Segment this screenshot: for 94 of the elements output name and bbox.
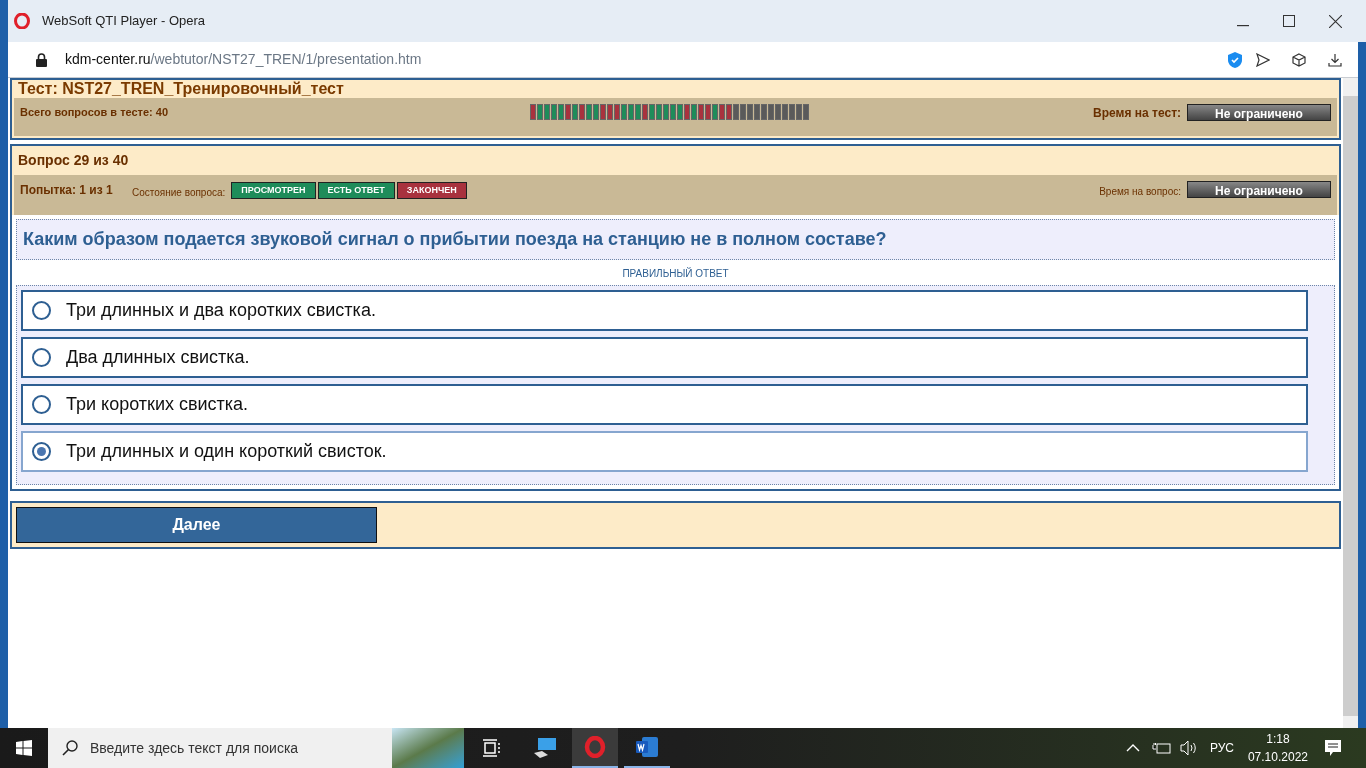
minimize-icon xyxy=(1237,25,1249,27)
radio-button[interactable] xyxy=(32,348,51,367)
progress-cell[interactable] xyxy=(747,104,753,120)
question-state-badge: ЕСТЬ ОТВЕТ xyxy=(317,182,395,199)
send-icon[interactable] xyxy=(1256,52,1270,67)
taskbar-search-field[interactable]: Введите здесь текст для поиска xyxy=(48,728,392,768)
progress-cell[interactable] xyxy=(565,104,571,120)
question-state-badge: ПРОСМОТРЕН xyxy=(231,182,316,199)
maximize-icon xyxy=(1283,15,1295,27)
progress-cell[interactable] xyxy=(733,104,739,120)
total-questions-label: Всего вопросов в тесте: 40 xyxy=(20,105,170,120)
test-title: Тест: NST27_TREN_Тренировочный_тест xyxy=(17,80,345,98)
progress-cell[interactable] xyxy=(572,104,578,120)
progress-cell[interactable] xyxy=(649,104,655,120)
progress-cell[interactable] xyxy=(740,104,746,120)
progress-cell[interactable] xyxy=(628,104,634,120)
progress-cell[interactable] xyxy=(537,104,543,120)
progress-cell[interactable] xyxy=(607,104,613,120)
progress-cell[interactable] xyxy=(803,104,809,120)
windows-logo-icon xyxy=(16,740,32,756)
time-label: Время на тест: xyxy=(1093,105,1181,122)
progress-cell[interactable] xyxy=(635,104,641,120)
browser-logo-icon xyxy=(14,13,30,29)
progress-cell[interactable] xyxy=(670,104,676,120)
progress-cell[interactable] xyxy=(642,104,648,120)
close-icon xyxy=(1328,14,1342,28)
progress-cell[interactable] xyxy=(593,104,599,120)
progress-cell[interactable] xyxy=(712,104,718,120)
answer-option[interactable]: Два длинных свистка. xyxy=(21,337,1308,378)
battery-icon[interactable] xyxy=(1151,741,1172,755)
answer-label: Два длинных свистка. xyxy=(66,346,250,369)
progress-cell[interactable] xyxy=(551,104,557,120)
opera-taskbar-button[interactable] xyxy=(572,728,618,768)
progress-cell[interactable] xyxy=(789,104,795,120)
progress-cell[interactable] xyxy=(579,104,585,120)
shield-icon[interactable] xyxy=(1228,51,1242,68)
answer-label: Три коротких свистка. xyxy=(66,393,249,416)
progress-cell[interactable] xyxy=(719,104,725,120)
next-button[interactable]: Далее xyxy=(16,507,377,543)
answer-option[interactable]: Три длинных и два коротких свистка. xyxy=(21,290,1308,331)
question-number: Вопрос 29 из 40 xyxy=(17,151,130,170)
progress-cell[interactable] xyxy=(621,104,627,120)
progress-cell[interactable] xyxy=(656,104,662,120)
progress-cell[interactable] xyxy=(544,104,550,120)
answer-option[interactable]: Три коротких свистка. xyxy=(21,384,1308,425)
progress-cell[interactable] xyxy=(782,104,788,120)
search-icon xyxy=(62,740,78,756)
answer-caption: ПРАВИЛЬНЫЙ ОТВЕТ xyxy=(621,266,730,281)
question-state-badge: ЗАКОНЧЕН xyxy=(396,182,467,199)
language-indicator[interactable]: РУС xyxy=(1209,739,1234,757)
progress-cell[interactable] xyxy=(705,104,711,120)
answer-label: Три длинных и один короткий свисток. xyxy=(66,440,387,463)
question-text: Каким образом подается звуковой сигнал о прибытии поезда на станцию не в полном составе? xyxy=(16,219,1335,260)
task-view-icon[interactable] xyxy=(482,739,502,757)
question-time-badge: Не ограничено xyxy=(1187,181,1331,198)
progress-cell[interactable] xyxy=(726,104,732,120)
progress-cell[interactable] xyxy=(586,104,592,120)
attempt-label: Попытка: 1 из 1 xyxy=(20,182,114,199)
opera-logo-icon xyxy=(584,736,606,758)
progress-cell[interactable] xyxy=(768,104,774,120)
answer-label: Три длинных и два коротких свистка. xyxy=(66,299,376,322)
progress-cell[interactable] xyxy=(677,104,683,120)
answer-option[interactable]: Три длинных и один короткий свисток. xyxy=(21,431,1308,472)
chevron-up-icon[interactable] xyxy=(1125,743,1140,753)
question-time-label: Время на вопрос: xyxy=(1099,185,1181,199)
computer-icon[interactable] xyxy=(532,737,558,759)
word-logo-icon xyxy=(635,736,659,758)
question-state-label: Состояние вопроса: xyxy=(132,186,226,200)
progress-cell[interactable] xyxy=(558,104,564,120)
progress-cell[interactable] xyxy=(530,104,536,120)
notifications-icon[interactable] xyxy=(1324,739,1342,757)
progress-cell[interactable] xyxy=(761,104,767,120)
radio-button[interactable] xyxy=(32,442,51,461)
progress-cell[interactable] xyxy=(754,104,760,120)
taskbar-clock[interactable]: 1:18 07.10.2022 xyxy=(1247,730,1308,766)
progress-cell[interactable] xyxy=(796,104,802,120)
speaker-icon[interactable] xyxy=(1179,740,1198,756)
progress-cell[interactable] xyxy=(691,104,697,120)
progress-cell[interactable] xyxy=(663,104,669,120)
cube-icon[interactable] xyxy=(1292,52,1306,67)
progress-cell[interactable] xyxy=(600,104,606,120)
search-highlight-drawing xyxy=(392,728,464,768)
address-field[interactable]: kdm-center.ru/webtutor/NST27_TREN/1/presentation.htm xyxy=(65,49,422,70)
scrollbar[interactable] xyxy=(1343,78,1358,728)
progress-cell[interactable] xyxy=(698,104,704,120)
download-icon[interactable] xyxy=(1328,52,1342,67)
progress-cell[interactable] xyxy=(614,104,620,120)
progress-cell[interactable] xyxy=(684,104,690,120)
radio-button[interactable] xyxy=(32,301,51,320)
progress-cell[interactable] xyxy=(775,104,781,120)
window-title: WebSoft QTI Player - Opera xyxy=(42,12,206,31)
time-value-badge: Не ограничено xyxy=(1187,104,1331,121)
radio-button[interactable] xyxy=(32,395,51,414)
lock-icon xyxy=(36,52,47,67)
